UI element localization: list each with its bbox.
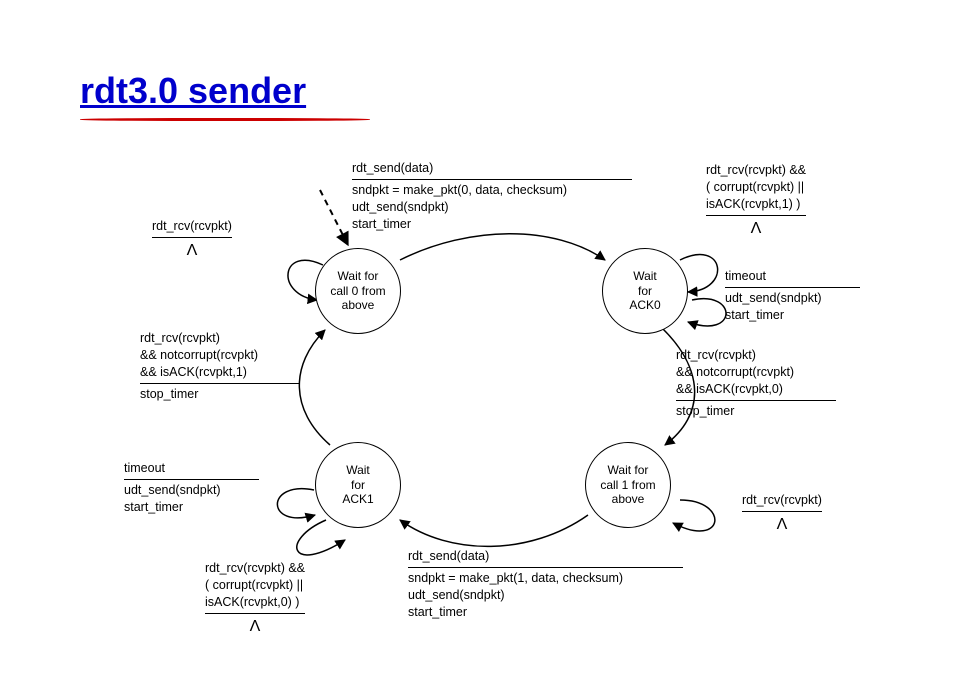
- edge-ack0-corrupt: rdt_rcv(rcvpkt) && ( corrupt(rcvpkt) || …: [706, 162, 806, 239]
- state-wait-ack0: Wait for ACK0: [602, 248, 688, 334]
- edge-ack1-corrupt: rdt_rcv(rcvpkt) && ( corrupt(rcvpkt) || …: [205, 560, 305, 637]
- state-wait-call-0: Wait for call 0 from above: [315, 248, 401, 334]
- edge-ack1-ok: rdt_rcv(rcvpkt) && notcorrupt(rcvpkt) &&…: [140, 330, 300, 403]
- edge-ack1-timeout: timeout udt_send(sndpkt) start_timer: [124, 460, 259, 516]
- state-wait-ack1: Wait for ACK1: [315, 442, 401, 528]
- edge-ack0-ok: rdt_rcv(rcvpkt) && notcorrupt(rcvpkt) &&…: [676, 347, 836, 420]
- edge-ack0-timeout: timeout udt_send(sndpkt) start_timer: [725, 268, 860, 324]
- diagram-canvas: { "title": "rdt3.0 sender", "states": { …: [0, 0, 956, 698]
- edge-send1: rdt_send(data) sndpkt = make_pkt(1, data…: [408, 548, 683, 621]
- state-wait-call-1: Wait for call 1 from above: [585, 442, 671, 528]
- title-underline: [80, 118, 370, 121]
- edge-s0-idle: rdt_rcv(rcvpkt) Λ: [152, 218, 232, 261]
- edge-s2-idle: rdt_rcv(rcvpkt) Λ: [742, 492, 822, 535]
- page-title: rdt3.0 sender: [80, 70, 306, 112]
- edge-send0: rdt_send(data) sndpkt = make_pkt(0, data…: [352, 160, 632, 233]
